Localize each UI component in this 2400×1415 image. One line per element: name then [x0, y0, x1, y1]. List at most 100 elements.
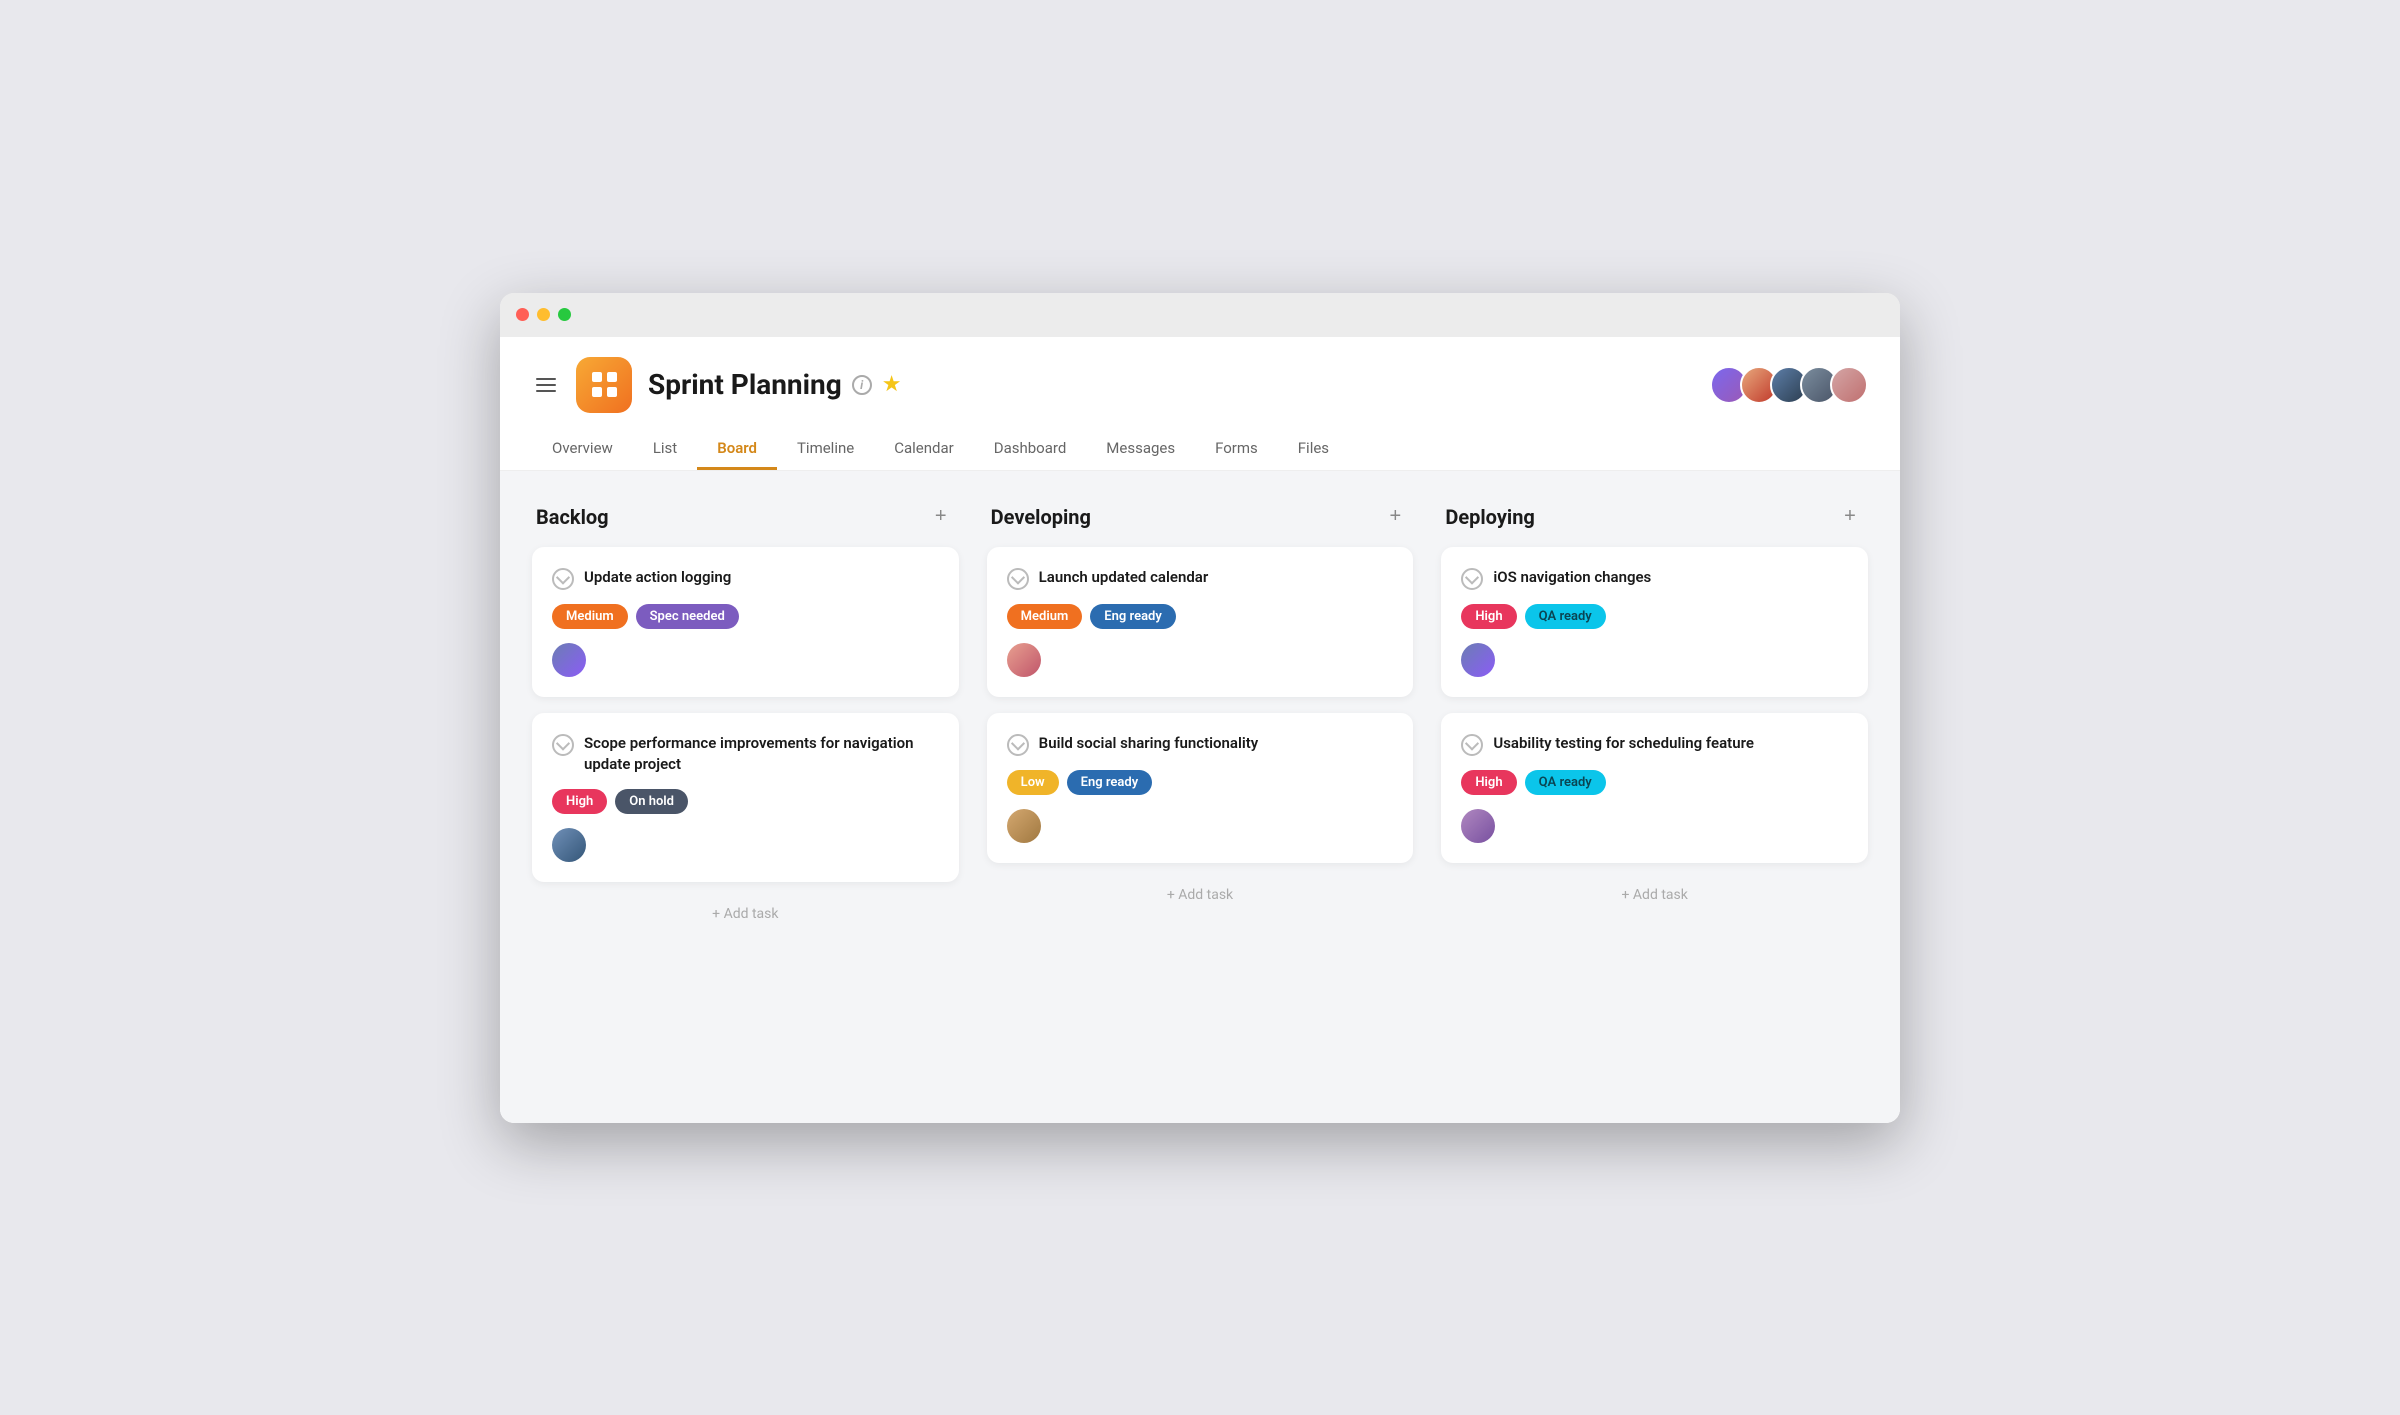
- app-content: Sprint Planning i ★ Overview List: [500, 337, 1900, 1123]
- add-task-backlog[interactable]: + Add task: [532, 898, 959, 930]
- check-inner: [1465, 736, 1479, 750]
- card-title-row: Scope performance improvements for navig…: [552, 733, 939, 775]
- card-title: Scope performance improvements for navig…: [584, 733, 939, 775]
- card-update-action-logging: Update action logging Medium Spec needed: [532, 547, 959, 697]
- app-window: Sprint Planning i ★ Overview List: [500, 293, 1900, 1123]
- tag-high: High: [1461, 604, 1516, 629]
- card-title: Build social sharing functionality: [1039, 733, 1259, 754]
- close-button[interactable]: [516, 308, 529, 321]
- add-column-backlog-button[interactable]: +: [927, 503, 955, 531]
- tab-forms[interactable]: Forms: [1195, 429, 1278, 470]
- card-title: Update action logging: [584, 567, 731, 588]
- card-tags: High QA ready: [1461, 604, 1848, 629]
- logo-dot: [592, 387, 602, 397]
- tag-qa-ready: QA ready: [1525, 770, 1606, 795]
- check-icon: [1007, 568, 1029, 590]
- card-title: iOS navigation changes: [1493, 567, 1651, 588]
- tag-on-hold: On hold: [615, 789, 688, 814]
- check-inner: [1011, 736, 1025, 750]
- card-title-row: iOS navigation changes: [1461, 567, 1848, 590]
- titlebar: [500, 293, 1900, 337]
- tab-dashboard[interactable]: Dashboard: [974, 429, 1087, 470]
- tab-board[interactable]: Board: [697, 429, 777, 470]
- card-avatar: [1007, 643, 1041, 677]
- header: Sprint Planning i ★ Overview List: [500, 337, 1900, 471]
- card-launch-calendar: Launch updated calendar Medium Eng ready: [987, 547, 1414, 697]
- column-header-developing: Developing +: [987, 503, 1414, 531]
- card-scope-performance: Scope performance improvements for navig…: [532, 713, 959, 882]
- tab-calendar[interactable]: Calendar: [874, 429, 974, 470]
- check-icon: [1007, 734, 1029, 756]
- check-inner: [1465, 570, 1479, 584]
- card-avatar: [1461, 809, 1495, 843]
- card-avatar: [552, 828, 586, 862]
- column-title-backlog: Backlog: [536, 505, 609, 529]
- star-icon[interactable]: ★: [882, 372, 902, 397]
- tag-high: High: [552, 789, 607, 814]
- board-area: Backlog + Update action logging Medium S…: [500, 471, 1900, 1123]
- logo-dots: [592, 372, 617, 397]
- check-icon: [1461, 568, 1483, 590]
- card-title-row: Update action logging: [552, 567, 939, 590]
- card-title: Usability testing for scheduling feature: [1493, 733, 1754, 754]
- card-social-sharing: Build social sharing functionality Low E…: [987, 713, 1414, 863]
- column-title-developing: Developing: [991, 505, 1091, 529]
- card-usability-testing: Usability testing for scheduling feature…: [1441, 713, 1868, 863]
- avatar: [1830, 366, 1868, 404]
- add-column-developing-button[interactable]: +: [1381, 503, 1409, 531]
- menu-icon[interactable]: [532, 374, 560, 396]
- nav-tabs: Overview List Board Timeline Calendar Da…: [532, 429, 1868, 470]
- card-avatar: [1007, 809, 1041, 843]
- project-title-area: Sprint Planning i ★: [648, 368, 901, 401]
- card-avatar: [552, 643, 586, 677]
- add-task-developing[interactable]: + Add task: [987, 879, 1414, 911]
- user-avatars: [1710, 366, 1868, 404]
- check-icon: [552, 734, 574, 756]
- column-backlog: Backlog + Update action logging Medium S…: [532, 503, 959, 930]
- add-column-deploying-button[interactable]: +: [1836, 503, 1864, 531]
- card-title-row: Usability testing for scheduling feature: [1461, 733, 1848, 756]
- tab-messages[interactable]: Messages: [1086, 429, 1195, 470]
- card-avatar: [1461, 643, 1495, 677]
- card-title-row: Build social sharing functionality: [1007, 733, 1394, 756]
- header-left: Sprint Planning i ★: [532, 357, 901, 413]
- card-tags: Medium Eng ready: [1007, 604, 1394, 629]
- card-title: Launch updated calendar: [1039, 567, 1209, 588]
- column-deploying: Deploying + iOS navigation changes High …: [1441, 503, 1868, 911]
- info-icon[interactable]: i: [852, 375, 872, 395]
- tab-list[interactable]: List: [633, 429, 697, 470]
- tag-low: Low: [1007, 770, 1059, 795]
- tab-overview[interactable]: Overview: [532, 429, 633, 470]
- tag-medium: Medium: [552, 604, 628, 629]
- card-ios-navigation: iOS navigation changes High QA ready: [1441, 547, 1868, 697]
- check-inner: [1011, 570, 1025, 584]
- tag-eng-ready: Eng ready: [1090, 604, 1176, 629]
- minimize-button[interactable]: [537, 308, 550, 321]
- card-tags: Low Eng ready: [1007, 770, 1394, 795]
- logo-dot: [607, 372, 617, 382]
- tag-eng-ready: Eng ready: [1067, 770, 1153, 795]
- tab-timeline[interactable]: Timeline: [777, 429, 874, 470]
- add-task-deploying[interactable]: + Add task: [1441, 879, 1868, 911]
- tag-medium: Medium: [1007, 604, 1083, 629]
- column-header-backlog: Backlog +: [532, 503, 959, 531]
- logo-dot: [607, 387, 617, 397]
- app-logo: [576, 357, 632, 413]
- tag-spec-needed: Spec needed: [636, 604, 739, 629]
- card-title-row: Launch updated calendar: [1007, 567, 1394, 590]
- column-title-deploying: Deploying: [1445, 505, 1534, 529]
- logo-dot: [592, 372, 602, 382]
- check-inner: [556, 736, 570, 750]
- check-icon: [552, 568, 574, 590]
- maximize-button[interactable]: [558, 308, 571, 321]
- tab-files[interactable]: Files: [1278, 429, 1349, 470]
- card-tags: Medium Spec needed: [552, 604, 939, 629]
- column-header-deploying: Deploying +: [1441, 503, 1868, 531]
- check-icon: [1461, 734, 1483, 756]
- tag-qa-ready: QA ready: [1525, 604, 1606, 629]
- check-inner: [556, 570, 570, 584]
- column-developing: Developing + Launch updated calendar Med…: [987, 503, 1414, 911]
- header-top: Sprint Planning i ★: [532, 357, 1868, 413]
- card-tags: High On hold: [552, 789, 939, 814]
- project-title: Sprint Planning: [648, 368, 842, 401]
